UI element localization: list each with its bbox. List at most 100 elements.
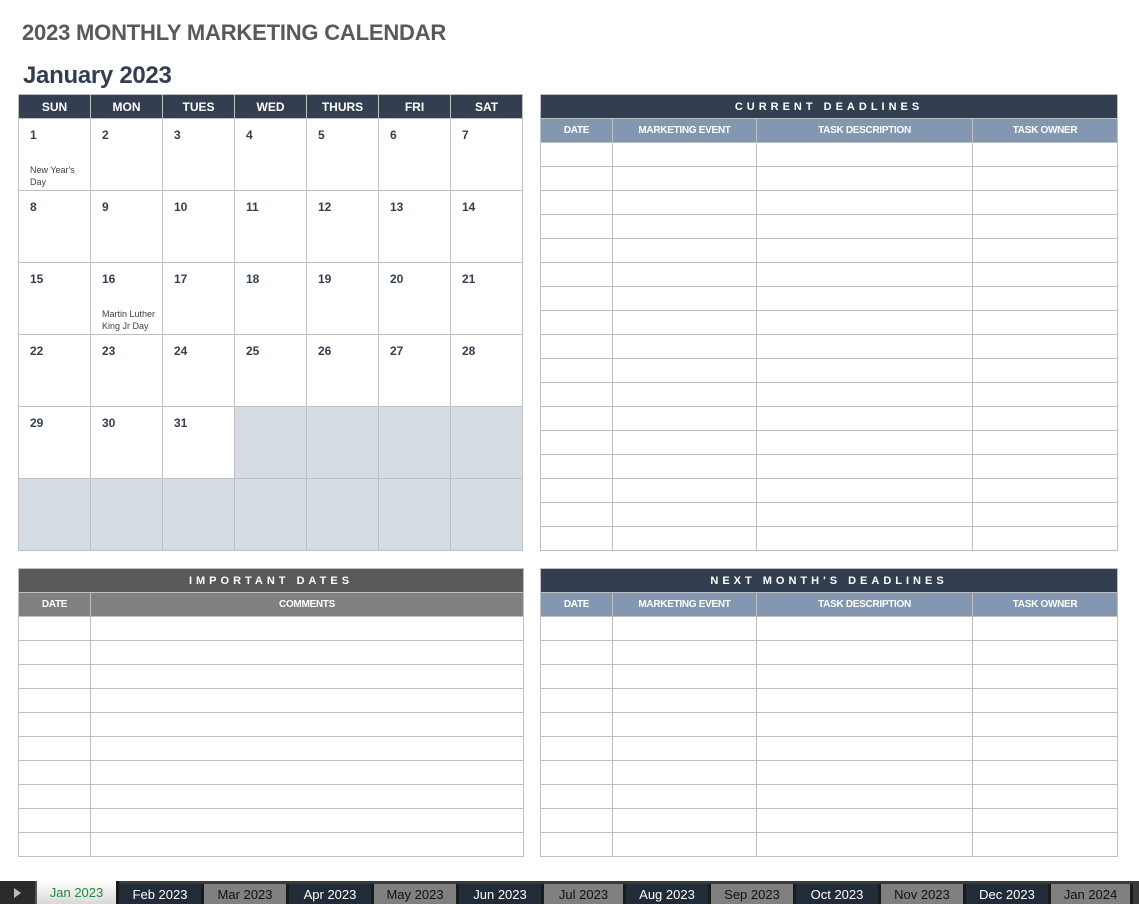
table-cell[interactable] <box>540 808 613 833</box>
table-cell[interactable] <box>540 382 613 407</box>
table-cell[interactable] <box>971 190 1119 215</box>
day-cell[interactable]: 23 <box>90 334 163 407</box>
table-cell[interactable] <box>971 760 1119 785</box>
sheet-scroll-button[interactable] <box>0 881 37 904</box>
day-cell[interactable]: 27 <box>378 334 451 407</box>
day-cell[interactable]: 9 <box>90 190 163 263</box>
day-cell[interactable]: 21 <box>450 262 523 335</box>
table-cell[interactable] <box>971 262 1119 287</box>
day-cell[interactable]: 26 <box>306 334 379 407</box>
empty-day-cell[interactable] <box>18 478 91 551</box>
day-cell[interactable]: 14 <box>450 190 523 263</box>
table-cell[interactable] <box>612 166 757 191</box>
day-cell[interactable]: 20 <box>378 262 451 335</box>
table-cell[interactable] <box>971 142 1119 167</box>
table-cell[interactable] <box>971 406 1119 431</box>
table-cell[interactable] <box>756 526 973 551</box>
table-cell[interactable] <box>971 526 1119 551</box>
table-cell[interactable] <box>90 832 524 857</box>
table-cell[interactable] <box>540 640 613 665</box>
table-cell[interactable] <box>612 406 757 431</box>
day-cell[interactable]: 16 Martin Luther King Jr Day <box>90 262 163 335</box>
table-cell[interactable] <box>540 616 613 641</box>
table-cell[interactable] <box>756 616 973 641</box>
day-cell[interactable]: 24 <box>162 334 235 407</box>
sheet-tab[interactable]: Nov 2023 <box>881 884 966 904</box>
table-cell[interactable] <box>756 214 973 239</box>
table-cell[interactable] <box>540 526 613 551</box>
table-cell[interactable] <box>90 784 524 809</box>
table-cell[interactable] <box>540 166 613 191</box>
table-cell[interactable] <box>756 358 973 383</box>
sheet-tab[interactable]: Dec 2023 <box>966 884 1051 904</box>
table-cell[interactable] <box>612 502 757 527</box>
sheet-tab[interactable]: Jan 2024 <box>1051 884 1133 904</box>
table-cell[interactable] <box>756 334 973 359</box>
table-cell[interactable] <box>612 190 757 215</box>
empty-day-cell[interactable] <box>450 406 523 479</box>
table-cell[interactable] <box>18 712 91 737</box>
table-cell[interactable] <box>540 478 613 503</box>
table-cell[interactable] <box>540 664 613 689</box>
day-cell[interactable]: 28 <box>450 334 523 407</box>
empty-day-cell[interactable] <box>306 478 379 551</box>
table-cell[interactable] <box>540 406 613 431</box>
table-cell[interactable] <box>756 640 973 665</box>
day-cell[interactable]: 12 <box>306 190 379 263</box>
table-cell[interactable] <box>756 454 973 479</box>
table-cell[interactable] <box>971 430 1119 455</box>
table-cell[interactable] <box>540 760 613 785</box>
day-cell[interactable]: 5 <box>306 118 379 191</box>
table-cell[interactable] <box>612 430 757 455</box>
day-cell[interactable]: 30 <box>90 406 163 479</box>
day-cell[interactable]: 7 <box>450 118 523 191</box>
table-cell[interactable] <box>540 286 613 311</box>
table-cell[interactable] <box>612 640 757 665</box>
table-cell[interactable] <box>971 454 1119 479</box>
table-cell[interactable] <box>540 688 613 713</box>
day-cell[interactable]: 18 <box>234 262 307 335</box>
table-cell[interactable] <box>756 832 973 857</box>
table-cell[interactable] <box>756 502 973 527</box>
table-cell[interactable] <box>18 616 91 641</box>
table-cell[interactable] <box>971 478 1119 503</box>
day-cell[interactable]: 17 <box>162 262 235 335</box>
day-cell[interactable]: 3 <box>162 118 235 191</box>
table-cell[interactable] <box>756 664 973 689</box>
table-cell[interactable] <box>971 616 1119 641</box>
table-cell[interactable] <box>540 238 613 263</box>
table-cell[interactable] <box>612 688 757 713</box>
day-cell[interactable]: 25 <box>234 334 307 407</box>
table-cell[interactable] <box>540 502 613 527</box>
table-cell[interactable] <box>756 190 973 215</box>
sheet-tab[interactable]: Aug 2023 <box>626 884 711 904</box>
table-cell[interactable] <box>612 358 757 383</box>
day-cell[interactable]: 15 <box>18 262 91 335</box>
empty-day-cell[interactable] <box>90 478 163 551</box>
table-cell[interactable] <box>612 478 757 503</box>
table-cell[interactable] <box>612 454 757 479</box>
table-cell[interactable] <box>612 526 757 551</box>
table-cell[interactable] <box>756 310 973 335</box>
table-cell[interactable] <box>756 688 973 713</box>
table-cell[interactable] <box>90 664 524 689</box>
table-cell[interactable] <box>612 142 757 167</box>
table-cell[interactable] <box>18 760 91 785</box>
sheet-tab[interactable]: Jan 2023 <box>37 881 119 904</box>
table-cell[interactable] <box>612 664 757 689</box>
day-cell[interactable]: 13 <box>378 190 451 263</box>
table-cell[interactable] <box>540 832 613 857</box>
table-cell[interactable] <box>18 808 91 833</box>
empty-day-cell[interactable] <box>378 478 451 551</box>
table-cell[interactable] <box>612 808 757 833</box>
sheet-tab[interactable]: Oct 2023 <box>796 884 881 904</box>
table-cell[interactable] <box>18 664 91 689</box>
table-cell[interactable] <box>756 430 973 455</box>
table-cell[interactable] <box>540 784 613 809</box>
table-cell[interactable] <box>540 334 613 359</box>
day-cell[interactable]: 4 <box>234 118 307 191</box>
table-cell[interactable] <box>971 358 1119 383</box>
table-cell[interactable] <box>971 502 1119 527</box>
table-cell[interactable] <box>540 454 613 479</box>
sheet-tab[interactable]: Jul 2023 <box>544 884 626 904</box>
